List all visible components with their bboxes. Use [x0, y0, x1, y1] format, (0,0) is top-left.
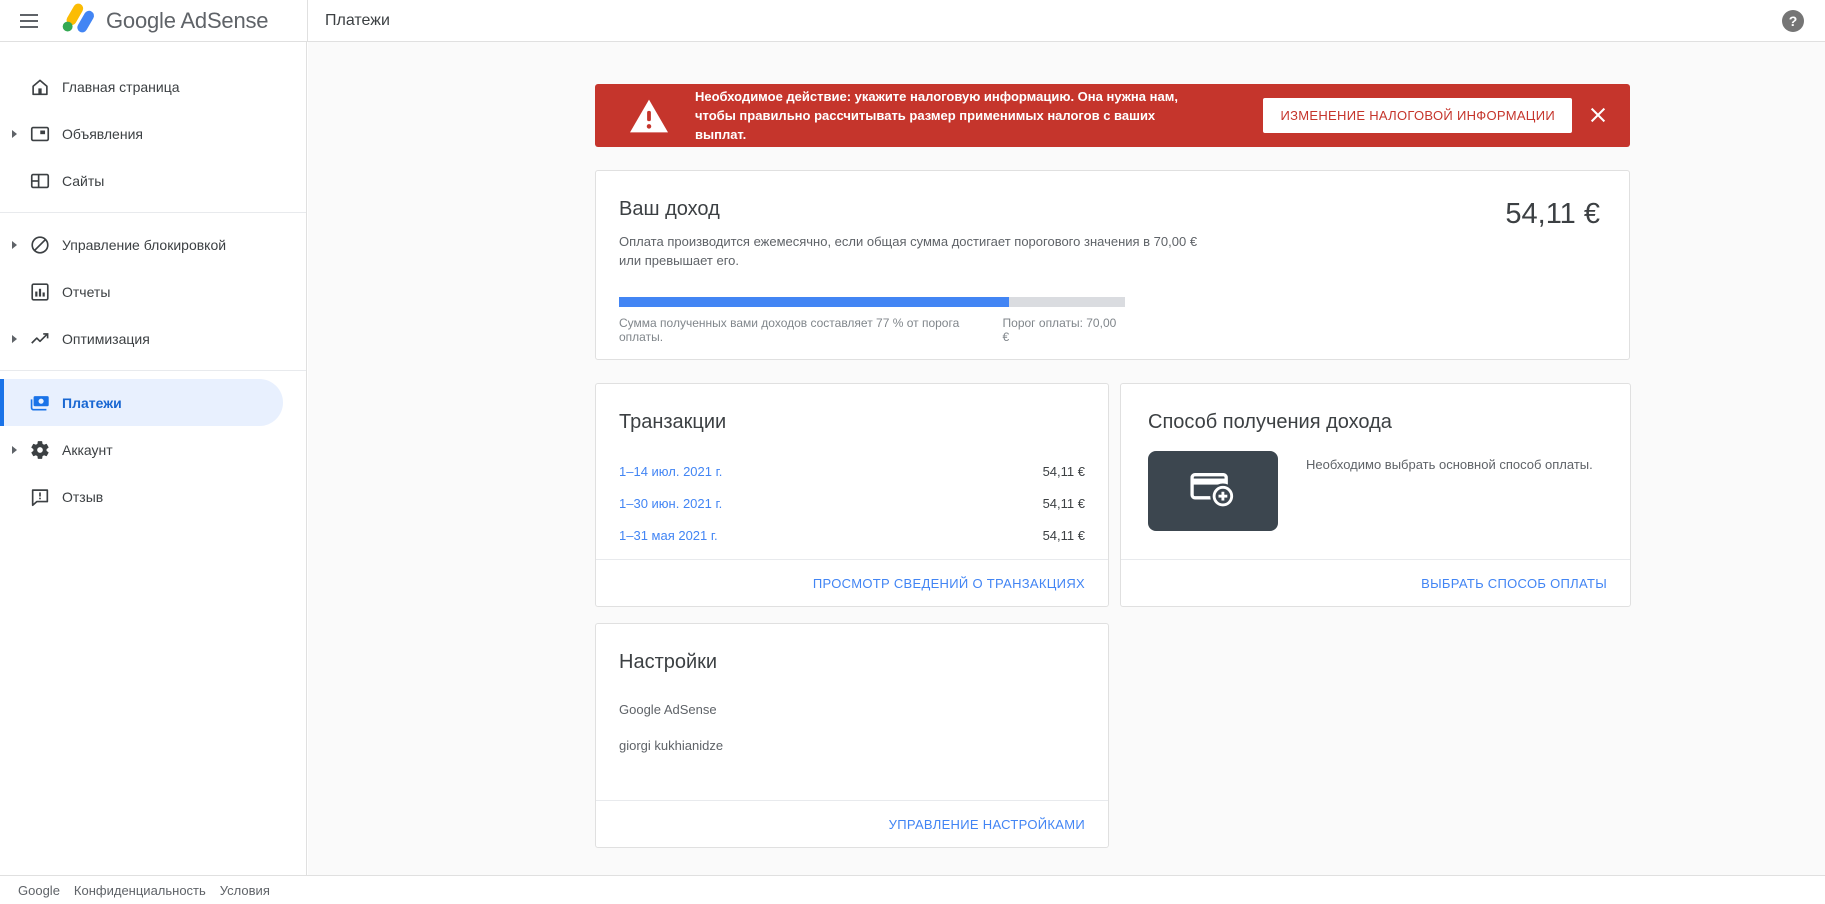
header-divider	[307, 0, 308, 42]
threshold-caption: Порог оплаты: 70,00 €	[1002, 316, 1117, 344]
trending-up-icon	[28, 327, 52, 351]
transaction-amount: 54,11 €	[1042, 495, 1085, 511]
menu-icon[interactable]	[8, 0, 50, 42]
sidebar-divider	[0, 370, 306, 371]
add-card-icon	[1185, 467, 1241, 516]
sidebar-item-reports[interactable]: Отчеты	[0, 268, 306, 315]
transaction-period-link[interactable]: 1–31 мая 2021 г.	[619, 528, 718, 543]
manage-settings-link[interactable]: УПРАВЛЕНИЕ НАСТРОЙКАМИ	[889, 817, 1085, 832]
tax-alert-banner: Необходимое действие: укажите налоговую …	[595, 84, 1630, 147]
sidebar-item-account[interactable]: Аккаунт	[0, 426, 306, 473]
payment-method-message: Необходимо выбрать основной способ оплат…	[1306, 457, 1593, 472]
gear-icon	[28, 438, 52, 462]
choose-payment-method-link[interactable]: ВЫБРАТЬ СПОСОБ ОПЛАТЫ	[1421, 576, 1607, 591]
app-header: Google AdSense Платежи ?	[0, 0, 1825, 42]
expand-arrow-icon[interactable]	[0, 240, 28, 249]
transaction-period-link[interactable]: 1–30 июн. 2021 г.	[619, 496, 722, 511]
adsense-logo-icon	[60, 1, 96, 40]
sidebar-item-label: Отчеты	[62, 283, 111, 300]
close-icon[interactable]	[1588, 105, 1608, 125]
sidebar-item-home[interactable]: Главная страница	[0, 63, 306, 110]
sites-icon	[28, 169, 52, 193]
sidebar-item-label: Главная страница	[62, 78, 180, 95]
sidebar-item-label: Оптимизация	[62, 330, 150, 347]
transaction-amount: 54,11 €	[1042, 527, 1085, 543]
progress-fill	[619, 297, 1009, 307]
income-description: Оплата производится ежемесячно, если общ…	[619, 234, 1198, 268]
sidebar-item-ads[interactable]: Объявления	[0, 110, 306, 157]
transaction-row: 1–14 июл. 2021 г. 54,11 €	[619, 455, 1085, 487]
block-icon	[28, 233, 52, 257]
transaction-row: 1–30 июн. 2021 г. 54,11 €	[619, 487, 1085, 519]
footer-google-brand: Google	[18, 882, 60, 898]
sidebar-divider	[0, 212, 306, 213]
privacy-link[interactable]: Конфиденциальность	[74, 883, 206, 898]
feedback-icon	[28, 485, 52, 509]
income-amount: 54,11 €	[1505, 198, 1600, 230]
payment-method-card-footer: ВЫБРАТЬ СПОСОБ ОПЛАТЫ	[1121, 559, 1630, 606]
help-icon[interactable]: ?	[1782, 9, 1804, 32]
expand-arrow-icon[interactable]	[0, 129, 28, 138]
transaction-amount: 54,11 €	[1042, 463, 1085, 479]
expand-arrow-icon[interactable]	[0, 445, 28, 454]
transactions-card-title: Транзакции	[619, 411, 727, 433]
income-card: Ваш доход Оплата производится ежемесячно…	[595, 170, 1630, 360]
alert-message: Необходимое действие: укажите налоговую …	[695, 89, 1178, 142]
sidebar-item-label: Управление блокировкой	[62, 236, 227, 253]
income-card-title: Ваш доход	[619, 198, 720, 220]
transaction-period-link[interactable]: 1–14 июл. 2021 г.	[619, 464, 722, 479]
brand-text: Google AdSense	[106, 7, 269, 33]
settings-card-title: Настройки	[619, 651, 718, 673]
sidebar-item-feedback[interactable]: Отзыв	[0, 473, 306, 520]
transaction-row: 1–31 мая 2021 г. 54,11 €	[619, 519, 1085, 551]
progress-track	[619, 297, 1125, 307]
sidebar-item-label: Сайты	[62, 172, 105, 189]
payment-method-card: Способ получения дохода Необходимо выбра…	[1120, 383, 1631, 607]
sidebar-item-sites[interactable]: Сайты	[0, 157, 306, 204]
edit-tax-info-button[interactable]: ИЗМЕНЕНИЕ НАЛОГОВОЙ ИНФОРМАЦИИ	[1263, 98, 1572, 133]
sidebar-item-optimization[interactable]: Оптимизация	[0, 315, 306, 362]
sidebar-item-label: Объявления	[62, 125, 143, 142]
add-payment-method-tile[interactable]	[1148, 451, 1278, 531]
sidebar-item-payments[interactable]: Платежи	[0, 379, 283, 426]
home-icon	[28, 75, 52, 99]
settings-card: Настройки Google AdSense giorgi kukhiani…	[595, 623, 1109, 848]
settings-card-footer: УПРАВЛЕНИЕ НАСТРОЙКАМИ	[596, 800, 1108, 847]
expand-arrow-icon[interactable]	[0, 334, 28, 343]
transactions-card-footer: ПРОСМОТР СВЕДЕНИЙ О ТРАНЗАКЦИЯХ	[596, 559, 1108, 606]
sidebar-item-label: Платежи	[62, 394, 122, 411]
sidebar: Главная страница Объявления Сайты Управл…	[0, 42, 307, 875]
payment-threshold-progress: Сумма полученных вами доходов составляет…	[619, 297, 1125, 344]
adsense-logo[interactable]: Google AdSense	[60, 1, 269, 40]
settings-user-name: giorgi kukhianidze	[619, 738, 724, 753]
page-title: Платежи	[325, 11, 390, 29]
main-content: Необходимое действие: укажите налоговую …	[308, 42, 1825, 875]
reports-icon	[28, 280, 52, 304]
sidebar-item-label: Аккаунт	[62, 441, 113, 458]
terms-link[interactable]: Условия	[220, 883, 270, 898]
payments-icon	[28, 391, 52, 415]
progress-caption: Сумма полученных вами доходов составляет…	[619, 316, 960, 344]
sidebar-item-blocking-controls[interactable]: Управление блокировкой	[0, 221, 306, 268]
settings-product-name: Google AdSense	[619, 702, 717, 717]
page-footer: Google Конфиденциальность Условия	[0, 875, 1825, 904]
transactions-list: 1–14 июл. 2021 г. 54,11 € 1–30 июн. 2021…	[619, 455, 1085, 551]
sidebar-item-label: Отзыв	[62, 488, 104, 505]
transactions-card: Транзакции 1–14 июл. 2021 г. 54,11 € 1–3…	[595, 383, 1109, 607]
ads-icon	[28, 122, 52, 146]
payment-method-card-title: Способ получения дохода	[1148, 411, 1392, 433]
warning-icon	[627, 97, 671, 135]
view-transactions-link[interactable]: ПРОСМОТР СВЕДЕНИЙ О ТРАНЗАКЦИЯХ	[813, 576, 1085, 591]
